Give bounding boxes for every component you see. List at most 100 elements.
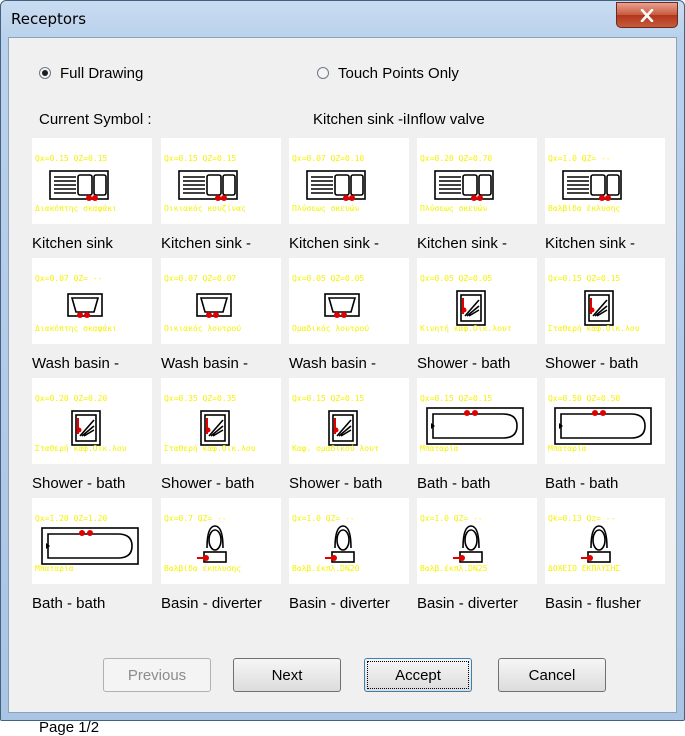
- touch-points-radio[interactable]: [317, 67, 329, 79]
- symbol-cell[interactable]: Qx=0.50 QZ=0.50 Μπαταρία Bath - bath: [545, 378, 665, 496]
- symbol-cell[interactable]: Qx=0.05 QZ=0.05 Κινητή καφ.Οικ.λουτ Shower…: [417, 258, 537, 376]
- symbol-thumbnail[interactable]: Qx=0.05 QZ=0.05 Ομαδικός λουτρού: [289, 258, 409, 344]
- close-x-icon: [640, 8, 654, 22]
- fixture-type-text: Μπαταρία: [35, 564, 74, 573]
- symbol-cell[interactable]: Qx=0.20 QZ=0.20 Σταθερή καφ.Οικ.λου Shower…: [32, 378, 152, 496]
- fixture-type-text: Σταθερή καφ.Οικ.λου: [548, 324, 640, 333]
- symbol-thumbnail[interactable]: Qx=0.15 QZ=0.15 Διακόπτης σκαφάκι: [32, 138, 152, 224]
- symbol-cell[interactable]: Qx=1.20 QZ=1.20 Μπαταρία Bath - bath: [32, 498, 152, 616]
- symbol-cell[interactable]: Qx=0.15 QZ=0.15 Σταθερή καφ.Οικ.λου Shower…: [545, 258, 665, 376]
- fixture-type-text: Σταθερή καφ.Οικ.λου: [164, 444, 256, 453]
- symbol-thumbnail[interactable]: Qx=0.7 QZ= -- Βαλβίδα έκπλυσης: [161, 498, 281, 584]
- symbol-thumbnail[interactable]: Qk=0.13 Qz= -- ΔΟΧΕΙΟ ΕΚΠΛΥΣΗΣ: [545, 498, 665, 584]
- current-symbol-label: Current Symbol :: [39, 111, 152, 128]
- symbol-thumbnail[interactable]: Qx=0.07 QZ= -- Διακόπτης σκαφάκι: [32, 258, 152, 344]
- next-button[interactable]: Next: [233, 658, 341, 692]
- fixture-type-text: Οικιακός κουζίνας: [164, 204, 246, 213]
- symbol-cell[interactable]: Qx=0.05 QZ=0.05 Ομαδικός λουτρού Wash basi…: [289, 258, 409, 376]
- full-drawing-option[interactable]: Full Drawing: [39, 62, 143, 84]
- flow-values-text: Qx=0.50 QZ=0.50: [548, 394, 621, 403]
- symbol-thumbnail[interactable]: Qx=0.50 QZ=0.50 Μπαταρία: [545, 378, 665, 464]
- close-button[interactable]: [616, 2, 678, 28]
- flow-values-text: Qx=0.7 QZ= --: [164, 514, 227, 523]
- symbol-cell[interactable]: Qx=1.0 QZ= -- Βαλβίδα έκλυσης Kitchen sink…: [545, 138, 665, 256]
- symbol-cell[interactable]: Qx=0.07 QZ=0.10 Πλύσεως σκευών Kitchen sin…: [289, 138, 409, 256]
- symbol-caption: Kitchen sink -: [161, 235, 252, 252]
- flow-values-text: Qx=0.07 QZ=0.07: [164, 274, 237, 283]
- symbol-thumbnail[interactable]: Qx=1.0 QZ= -- Βαλβ.έκπλ.DN25: [417, 498, 537, 584]
- symbol-cell[interactable]: Qx=0.15 QZ=0.15 Διακόπτης σκαφάκι Kitchen …: [32, 138, 152, 256]
- symbol-thumbnail[interactable]: Qx=0.07 QZ=0.10 Πλύσεως σκευών: [289, 138, 409, 224]
- flow-values-text: Qx=0.15 QZ=0.15: [35, 154, 108, 163]
- symbol-thumbnail[interactable]: Qx=0.20 QZ=0.20 Σταθερή καφ.Οικ.λου: [32, 378, 152, 464]
- symbol-thumbnail[interactable]: Qx=0.15 QZ=0.15 Καφ. ομαδικού λουτ: [289, 378, 409, 464]
- symbol-caption: Bath - bath: [545, 475, 619, 492]
- symbol-thumbnail[interactable]: Qx=0.15 QZ=0.15 Σταθερή καφ.Οικ.λου: [545, 258, 665, 344]
- flow-values-text: Qx=1.0 QZ= --: [292, 514, 355, 523]
- fixture-type-text: Πλύσεως σκευών: [420, 204, 488, 213]
- flow-values-text: Qx=0.20 QZ=0.70: [420, 154, 493, 163]
- symbol-caption: Shower - bath: [417, 355, 511, 372]
- symbol-cell[interactable]: Qx=1.0 QZ= -- Βαλβ.έκπλ.DN25 Basin - diver…: [417, 498, 537, 616]
- symbol-thumbnail[interactable]: Qx=0.20 QZ=0.70 Πλύσεως σκευών: [417, 138, 537, 224]
- symbol-cell[interactable]: Qx=0.15 QZ=0.15 Οικιακός κουζίνας Kitchen …: [161, 138, 281, 256]
- symbol-caption: Wash basin -: [32, 355, 119, 372]
- symbol-cell[interactable]: Qx=0.7 QZ= -- Βαλβίδα έκπλυσης Basin - div…: [161, 498, 281, 616]
- previous-button[interactable]: Previous: [103, 658, 211, 692]
- symbol-thumbnail[interactable]: Qx=1.20 QZ=1.20 Μπαταρία: [32, 498, 152, 584]
- symbol-caption: Basin - diverter: [161, 595, 262, 612]
- symbol-caption: Kitchen sink -: [289, 235, 380, 252]
- symbol-caption: Basin - diverter: [417, 595, 518, 612]
- full-drawing-label: Full Drawing: [60, 64, 144, 82]
- flow-values-text: Qk=0.13 Qz= --: [548, 514, 616, 523]
- cancel-button[interactable]: Cancel: [498, 658, 606, 692]
- flow-values-text: Qx=0.15 QZ=0.15: [164, 154, 237, 163]
- flow-values-text: Qx=0.15 QZ=0.15: [420, 394, 493, 403]
- symbol-thumbnail[interactable]: Qx=0.05 QZ=0.05 Κινητή καφ.Οικ.λουτ: [417, 258, 537, 344]
- symbol-caption: Wash basin -: [161, 355, 248, 372]
- window-title: Receptors: [11, 10, 87, 28]
- full-drawing-radio[interactable]: [39, 67, 51, 79]
- dialog-client-area: Full Drawing Touch Points Only Current S…: [8, 37, 677, 736]
- symbol-caption: Basin - flusher: [545, 595, 641, 612]
- symbol-cell[interactable]: Qx=0.15 QZ=0.15 Μπαταρία Bath - bath: [417, 378, 537, 496]
- flow-values-text: Qx=0.07 QZ= --: [35, 274, 103, 283]
- touch-points-option[interactable]: Touch Points Only: [317, 62, 459, 84]
- fixture-type-text: Καφ. ομαδικού λουτ: [292, 444, 379, 453]
- fixture-type-text: Μπαταρία: [548, 444, 587, 453]
- flow-values-text: Qx=0.05 QZ=0.05: [292, 274, 365, 283]
- symbol-cell[interactable]: Qx=0.20 QZ=0.70 Πλύσεως σκευών Kitchen sin…: [417, 138, 537, 256]
- symbol-caption: Shower - bath: [289, 475, 383, 492]
- symbol-caption: Bath - bath: [417, 475, 491, 492]
- fixture-type-text: Κινητή καφ.Οικ.λουτ: [420, 324, 512, 333]
- symbol-caption: Kitchen sink: [32, 235, 113, 252]
- symbol-thumbnail[interactable]: Qx=1.0 QZ= -- Βαλβ.έκπλ.DN20: [289, 498, 409, 584]
- symbol-cell[interactable]: Qk=0.13 Qz= -- ΔΟΧΕΙΟ ΕΚΠΛΥΣΗΣ Basin - flu…: [545, 498, 665, 616]
- symbol-cell[interactable]: Qx=0.07 QZ=0.07 Οικιακός λουτρού Wash basi…: [161, 258, 281, 376]
- title-bar[interactable]: Receptors: [1, 1, 684, 37]
- symbol-cell[interactable]: Qx=0.15 QZ=0.15 Καφ. ομαδικού λουτ Shower …: [289, 378, 409, 496]
- symbol-thumbnail[interactable]: Qx=0.07 QZ=0.07 Οικιακός λουτρού: [161, 258, 281, 344]
- symbol-cell[interactable]: Qx=0.07 QZ= -- Διακόπτης σκαφάκι Wash basi…: [32, 258, 152, 376]
- touch-points-label: Touch Points Only: [338, 64, 459, 82]
- fixture-type-text: Διακόπτης σκαφάκι: [35, 324, 117, 333]
- symbol-cell[interactable]: Qx=1.0 QZ= -- Βαλβ.έκπλ.DN20 Basin - diver…: [289, 498, 409, 616]
- flow-values-text: Qx=1.0 QZ= --: [548, 154, 611, 163]
- flow-values-text: Qx=0.07 QZ=0.10: [292, 154, 365, 163]
- symbol-caption: Shower - bath: [161, 475, 255, 492]
- symbol-caption: Basin - diverter: [289, 595, 390, 612]
- fixture-type-text: Οικιακός λουτρού: [164, 324, 242, 333]
- flow-values-text: Qx=0.15 QZ=0.15: [292, 394, 365, 403]
- fixture-type-text: Βαλβίδα έκλυσης: [548, 204, 621, 213]
- symbol-caption: Bath - bath: [32, 595, 106, 612]
- flow-values-text: Qx=1.0 QZ= --: [420, 514, 483, 523]
- symbol-thumbnail[interactable]: Qx=0.15 QZ=0.15 Οικιακός κουζίνας: [161, 138, 281, 224]
- symbol-thumbnail[interactable]: Qx=1.0 QZ= -- Βαλβίδα έκλυσης: [545, 138, 665, 224]
- fixture-type-text: Διακόπτης σκαφάκι: [35, 204, 117, 213]
- receptors-dialog: Receptors Full Drawing Touch Points Only…: [0, 0, 685, 736]
- symbol-cell[interactable]: Qx=0.35 QZ=0.35 Σταθερή καφ.Οικ.λου Shower…: [161, 378, 281, 496]
- symbol-caption: Shower - bath: [545, 355, 639, 372]
- symbol-thumbnail[interactable]: Qx=0.35 QZ=0.35 Σταθερή καφ.Οικ.λου: [161, 378, 281, 464]
- accept-button[interactable]: Accept: [364, 658, 472, 692]
- symbol-thumbnail[interactable]: Qx=0.15 QZ=0.15 Μπαταρία: [417, 378, 537, 464]
